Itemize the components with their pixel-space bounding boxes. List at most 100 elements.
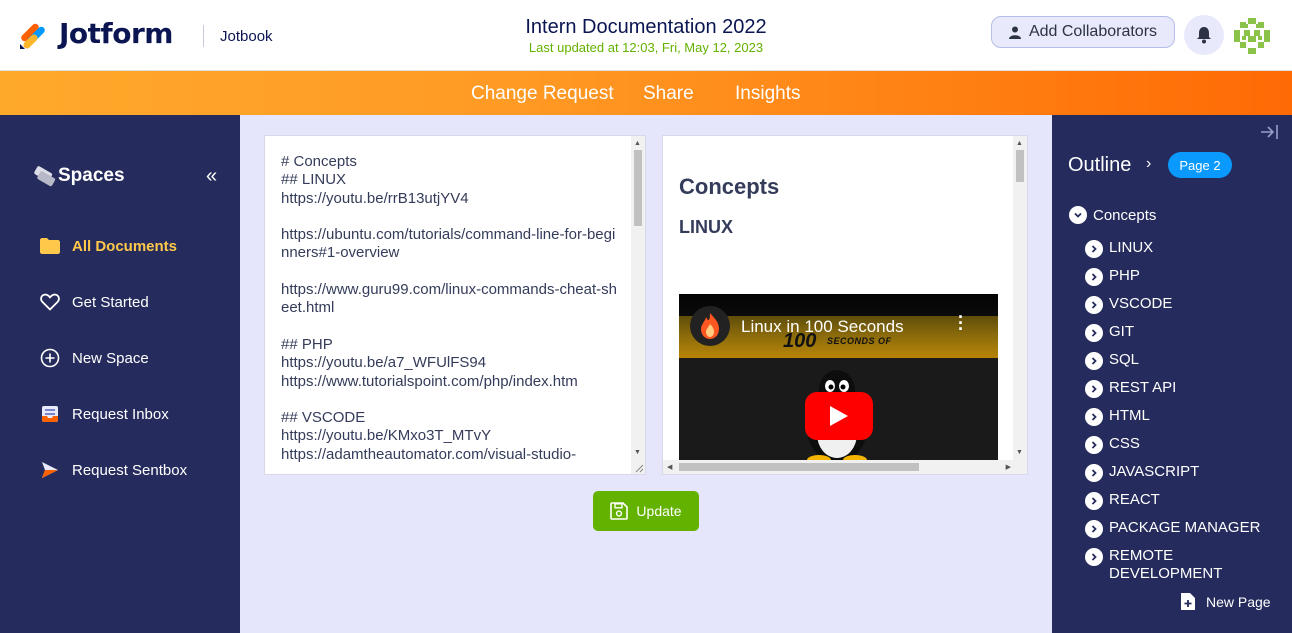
youtube-embed[interactable]: 100 SECONDS OF Linux in 100 Seconds · · · bbox=[679, 294, 998, 461]
outline-title: Outline bbox=[1068, 154, 1132, 176]
preview-scrollbar-thumb[interactable] bbox=[1016, 150, 1024, 182]
video-title[interactable]: Linux in 100 Seconds bbox=[741, 317, 904, 337]
save-icon bbox=[610, 502, 629, 520]
doc-title[interactable]: Intern Documentation 2022 bbox=[470, 16, 822, 39]
document-action-bar: Change Request Share Insights bbox=[0, 71, 1292, 115]
add-collaborators-label: Add Collaborators bbox=[1028, 23, 1158, 40]
chevron-right-icon bbox=[1085, 436, 1103, 454]
preview-horizontal-scrollbar[interactable]: ◀ ▶ bbox=[663, 460, 1015, 474]
doc-updated: Last updated at 12:03, Fri, May 12, 2023 bbox=[528, 40, 764, 55]
spaces-label: Spaces bbox=[58, 165, 125, 186]
outline-item[interactable]: CSS bbox=[1085, 435, 1140, 454]
preview-hscroll-thumb[interactable] bbox=[679, 463, 919, 471]
outline-item[interactable]: VSCODE bbox=[1085, 295, 1172, 314]
collapse-right-icon bbox=[1261, 125, 1278, 139]
chevron-right-icon bbox=[1085, 548, 1103, 566]
sidebar-item-label: All Documents bbox=[72, 237, 178, 255]
chevron-right-icon bbox=[1085, 380, 1103, 398]
editor-scrollbar-thumb[interactable] bbox=[634, 150, 642, 226]
outline-item[interactable]: REACT bbox=[1085, 491, 1160, 510]
sidebar-item-request-inbox[interactable]: Request Inbox bbox=[40, 404, 169, 424]
outline-item-label: PHP bbox=[1109, 267, 1140, 284]
scroll-right-icon[interactable]: ▶ bbox=[1006, 463, 1011, 471]
jotform-logo[interactable]: Jotform bbox=[19, 17, 173, 50]
add-collaborators-button[interactable]: Add Collaborators bbox=[991, 16, 1175, 48]
product-name[interactable]: Jotbook bbox=[220, 28, 273, 45]
sidebar-item-label: Request Inbox bbox=[72, 405, 169, 423]
scroll-up-icon[interactable]: ▲ bbox=[1016, 140, 1023, 147]
outline-root-label: Concepts bbox=[1093, 206, 1157, 224]
avatar[interactable] bbox=[1232, 16, 1272, 56]
outline-item[interactable]: REMOTE DEVELOPMENT bbox=[1085, 547, 1265, 583]
markdown-editor-text[interactable]: # Concepts ## LINUX https://youtu.be/rrB… bbox=[281, 153, 617, 464]
chevron-right-icon bbox=[1085, 268, 1103, 286]
bell-icon bbox=[1197, 27, 1211, 44]
sidebar-item-get-started[interactable]: Get Started bbox=[40, 292, 149, 312]
outline-item-label: GIT bbox=[1109, 323, 1134, 340]
outline-item-label: JAVASCRIPT bbox=[1109, 463, 1200, 480]
outline-item[interactable]: REST API bbox=[1085, 379, 1176, 398]
play-icon bbox=[830, 406, 848, 426]
scroll-down-icon[interactable]: ▼ bbox=[634, 449, 641, 456]
sidebar-item-new-space[interactable]: New Space bbox=[40, 348, 149, 368]
change-request-link[interactable]: Change Request bbox=[471, 83, 614, 105]
send-icon bbox=[40, 460, 60, 480]
fireship-icon bbox=[701, 313, 719, 339]
insights-link[interactable]: Insights bbox=[735, 83, 800, 105]
sidebar-item-label: Request Sentbox bbox=[72, 461, 188, 479]
share-link[interactable]: Share bbox=[643, 83, 694, 105]
outline-item-label: VSCODE bbox=[1109, 295, 1173, 312]
sidebar-item-all-documents[interactable]: All Documents bbox=[40, 236, 177, 256]
notifications-button[interactable] bbox=[1184, 15, 1224, 55]
chevron-right-icon bbox=[1085, 408, 1103, 426]
outline-item-label: CSS bbox=[1109, 435, 1140, 452]
inbox-icon bbox=[40, 404, 60, 424]
outline-item[interactable]: JAVASCRIPT bbox=[1085, 463, 1199, 482]
collapse-outline-button[interactable] bbox=[1260, 123, 1280, 146]
chevron-right-icon bbox=[1085, 520, 1103, 538]
user-icon bbox=[1008, 26, 1021, 39]
plus-circle-icon bbox=[40, 348, 60, 368]
outline-root-item[interactable]: Concepts bbox=[1069, 206, 1156, 224]
outline-item[interactable]: GIT bbox=[1085, 323, 1134, 342]
outline-sidebar: Outline › Page 2 Concepts LINUX PHP VSCO… bbox=[1052, 115, 1292, 633]
video-thumb-text-small: SECONDS OF bbox=[827, 336, 892, 346]
chevron-down-icon[interactable] bbox=[1069, 206, 1087, 224]
new-page-icon bbox=[1181, 593, 1195, 610]
scroll-left-icon[interactable]: ◀ bbox=[667, 463, 672, 471]
video-more-icon[interactable]: · · · bbox=[958, 308, 964, 338]
collapse-sidebar-button[interactable]: « bbox=[206, 165, 217, 188]
chevron-right-icon bbox=[1085, 240, 1103, 258]
youtube-play-button[interactable] bbox=[805, 392, 873, 440]
outline-item[interactable]: PACKAGE MANAGER bbox=[1085, 519, 1260, 538]
outline-item[interactable]: HTML bbox=[1085, 407, 1150, 426]
new-page-label: New Page bbox=[1206, 593, 1271, 610]
chevron-right-icon bbox=[1085, 324, 1103, 342]
chevron-right-icon bbox=[1085, 492, 1103, 510]
preview-scrollbar[interactable]: ▲ ▼ bbox=[1013, 136, 1027, 474]
scroll-down-icon[interactable]: ▼ bbox=[1016, 449, 1023, 456]
editor-scrollbar[interactable]: ▲ ▼ bbox=[631, 136, 645, 474]
resize-handle-icon[interactable] bbox=[634, 463, 644, 473]
chevron-right-icon bbox=[1085, 296, 1103, 314]
heart-icon bbox=[40, 292, 60, 312]
outline-item-label: PACKAGE MANAGER bbox=[1109, 519, 1261, 536]
outline-item-label: HTML bbox=[1109, 407, 1150, 424]
outline-item-label: REST API bbox=[1109, 379, 1177, 396]
update-button[interactable]: Update bbox=[593, 491, 699, 531]
spaces-title: Spaces bbox=[32, 165, 125, 187]
markdown-editor[interactable]: # Concepts ## LINUX https://youtu.be/rrB… bbox=[264, 135, 646, 475]
scroll-up-icon[interactable]: ▲ bbox=[634, 140, 641, 147]
new-page-button[interactable]: New Page bbox=[1180, 592, 1271, 611]
sidebar-item-request-sentbox[interactable]: Request Sentbox bbox=[40, 460, 187, 480]
outline-item[interactable]: SQL bbox=[1085, 351, 1139, 370]
outline-item-label: LINUX bbox=[1109, 239, 1154, 256]
page-badge[interactable]: Page 2 bbox=[1168, 152, 1232, 178]
outline-item[interactable]: LINUX bbox=[1085, 239, 1153, 258]
markdown-preview: Concepts LINUX 100 SECONDS OF Linux in 1… bbox=[662, 135, 1028, 475]
channel-avatar[interactable] bbox=[690, 306, 730, 346]
sidebar-item-label: Get Started bbox=[72, 293, 149, 311]
outline-item[interactable]: PHP bbox=[1085, 267, 1140, 286]
update-label: Update bbox=[636, 503, 682, 519]
preview-heading-2: LINUX bbox=[679, 217, 733, 237]
